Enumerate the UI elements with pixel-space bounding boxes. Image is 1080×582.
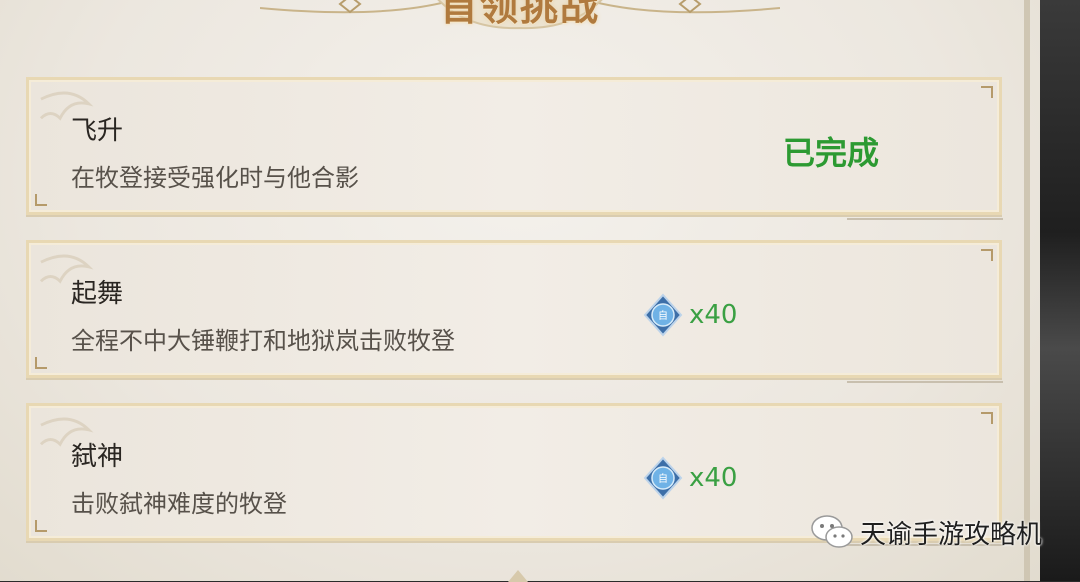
corner-ornament-icon: [981, 412, 993, 424]
corner-ornament-icon: [35, 357, 47, 369]
reward-count: x40: [689, 463, 738, 493]
challenge-card-ascend[interactable]: 飞升 在牧登接受强化时与他合影 已完成: [26, 77, 1003, 220]
defense-gem-icon: 自: [643, 456, 683, 500]
challenge-title: 弑神: [71, 442, 124, 472]
challenge-description: 在牧登接受强化时与他合影: [71, 164, 359, 192]
wechat-icon: [811, 515, 853, 548]
challenge-title: 飞升: [71, 116, 124, 146]
challenge-card-dance[interactable]: 起舞 全程不中大锤鞭打和地狱岚击败牧登 自 x40: [26, 240, 1003, 383]
watermark-text: 天谕手游攻略机: [860, 519, 1043, 550]
challenge-title: 起舞: [71, 279, 124, 309]
corner-ornament-icon: [981, 249, 993, 261]
svg-text:自: 自: [658, 309, 668, 322]
challenge-description: 全程不中大锤鞭打和地狱岚击败牧登: [71, 327, 455, 355]
bottom-ornament-icon: [508, 570, 528, 582]
corner-ornament-icon: [981, 86, 993, 98]
reward[interactable]: 自 x40: [641, 293, 737, 337]
challenge-panel: 首领挑战 飞升 在牧登接受强化时与他合影 已完成 起舞 全程不中大锤鞭打和地狱岚…: [0, 0, 1040, 582]
corner-ornament-icon: [35, 194, 47, 206]
watermark: 天谕手游攻略机: [810, 512, 1042, 552]
svg-text:自: 自: [658, 472, 668, 485]
defense-gem-icon: 自: [643, 293, 683, 337]
corner-ornament-icon: [35, 520, 47, 532]
status-completed-label: 已完成: [783, 134, 880, 172]
reward[interactable]: 自 x40: [641, 456, 737, 500]
challenge-description: 击败弑神难度的牧登: [71, 490, 287, 518]
page-title: 首领挑战: [439, 0, 600, 29]
reward-count: x40: [689, 300, 738, 330]
